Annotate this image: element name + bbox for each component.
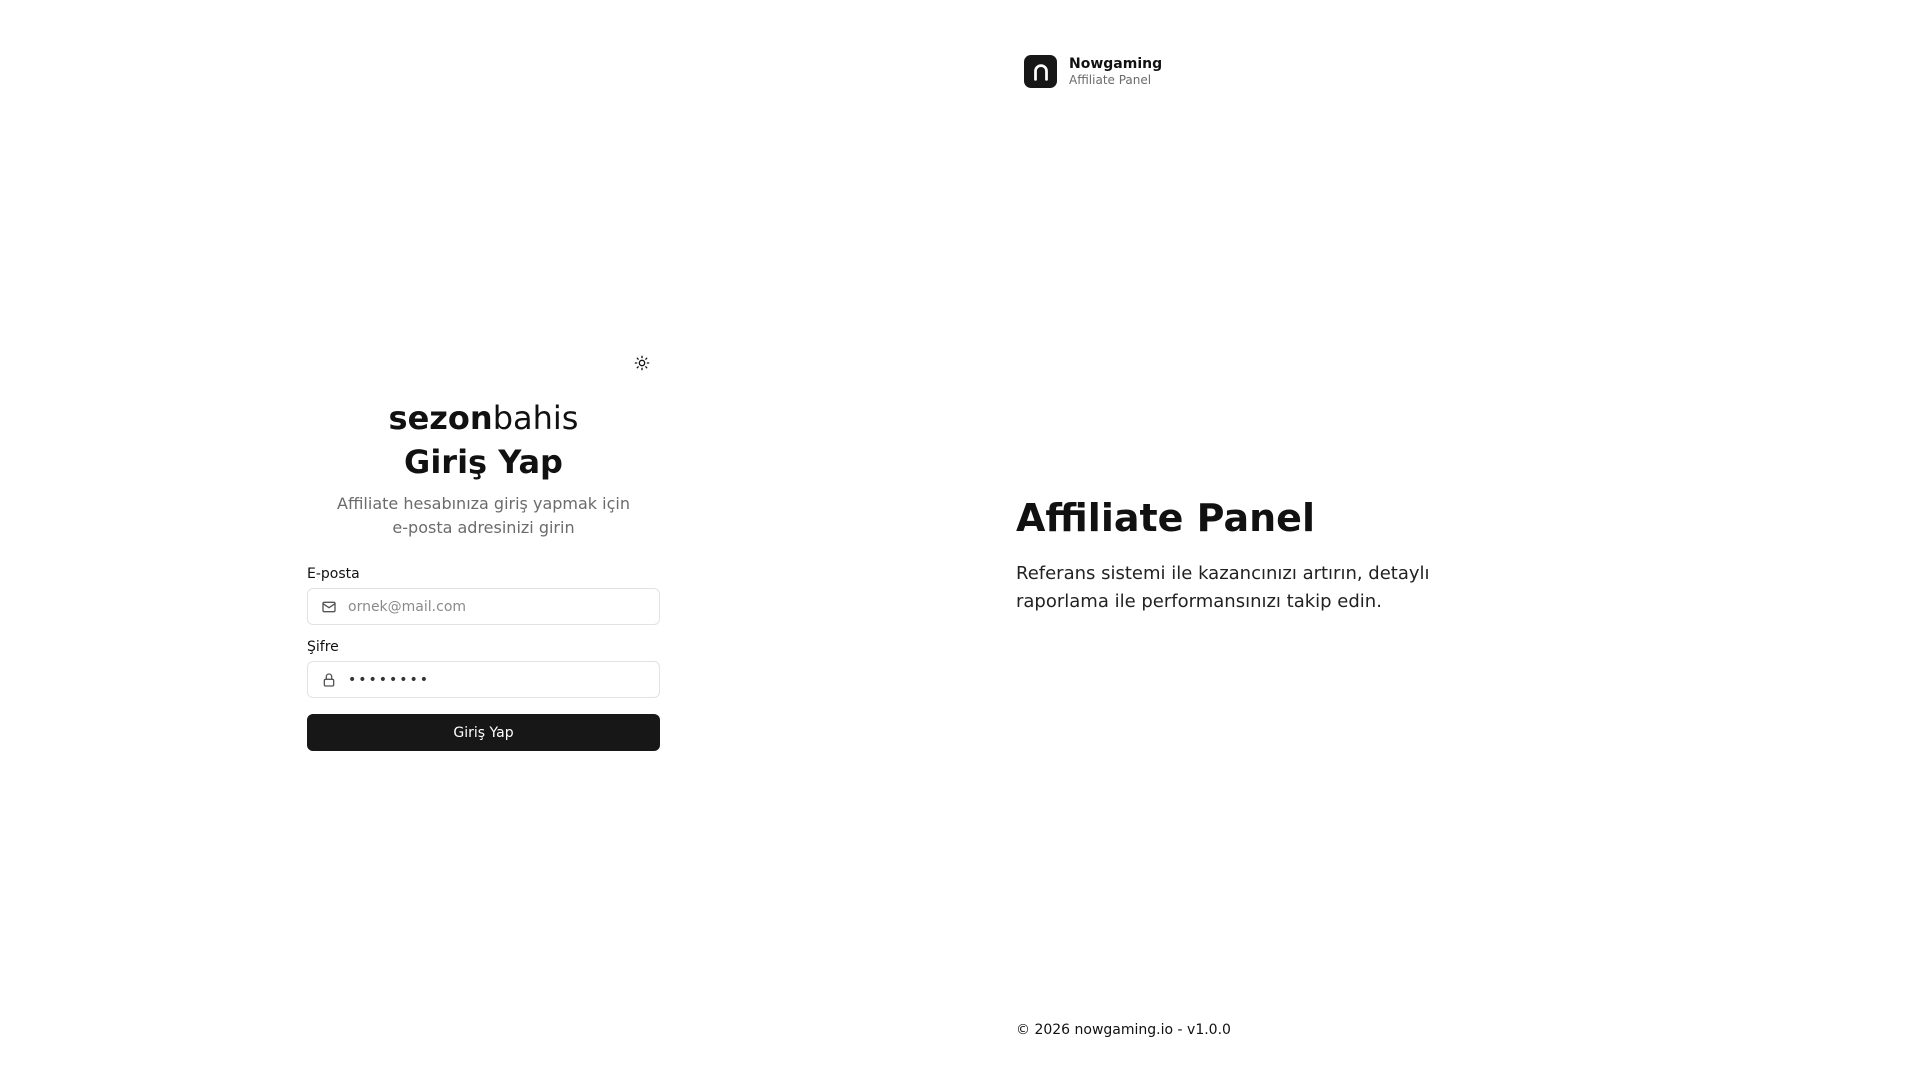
logo-text: Nowgaming Affiliate Panel	[1069, 56, 1162, 88]
login-column: sezonbahis Giriş Yap Affiliate hesabınız…	[0, 0, 960, 1080]
footer-copyright: © 2026 nowgaming.io - v1.0.0	[1016, 1022, 1231, 1038]
hero-description: Referans sistemi ile kazancınızı artırın…	[1016, 563, 1430, 612]
lock-icon	[308, 662, 348, 697]
logo-subtitle: Affiliate Panel	[1069, 72, 1152, 87]
password-field-wrapper	[307, 661, 660, 698]
page-title: Giriş Yap	[404, 443, 563, 481]
password-label: Şifre	[307, 639, 339, 655]
page-subtitle: Affiliate hesabınıza giriş yapmak için e…	[337, 494, 630, 537]
hero-section: Affiliate Panel Referans sistemi ile kaz…	[1016, 494, 1476, 616]
hero-title: Affiliate Panel	[1016, 496, 1315, 540]
brand-part-regular: bahis	[492, 399, 579, 437]
login-page: sezonbahis Giriş Yap Affiliate hesabınız…	[0, 0, 1920, 1080]
mail-icon	[308, 589, 348, 624]
login-form: sezonbahis Giriş Yap Affiliate hesabınız…	[307, 398, 660, 751]
logo-name: Nowgaming	[1069, 55, 1163, 72]
theme-toggle-button[interactable]	[627, 348, 657, 378]
brand-part-bold: sezon	[388, 399, 493, 437]
sun-icon	[634, 355, 650, 371]
company-logo: Nowgaming Affiliate Panel	[1024, 55, 1162, 88]
email-input[interactable]	[348, 589, 659, 624]
arch-logo-icon	[1024, 55, 1057, 88]
email-label: E-posta	[307, 566, 360, 582]
password-input[interactable]	[348, 662, 659, 697]
login-submit-button[interactable]: Giriş Yap	[307, 714, 660, 751]
email-field-wrapper	[307, 588, 660, 625]
brand-wordmark: sezonbahis	[307, 398, 660, 438]
